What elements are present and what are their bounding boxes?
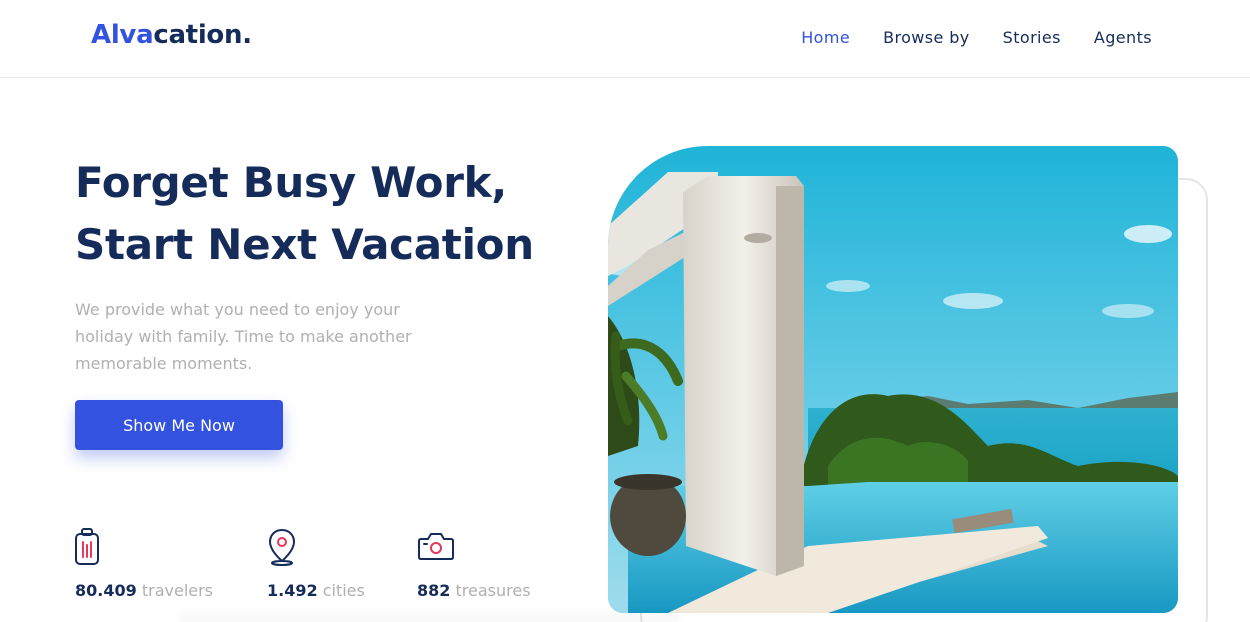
show-me-now-button[interactable]: Show Me Now — [75, 400, 283, 450]
stat-travelers-number: 80.409 — [75, 581, 137, 600]
nav-stories[interactable]: Stories — [1003, 28, 1061, 47]
stat-travelers-text: 80.409 travelers — [75, 581, 213, 600]
stat-treasures-number: 882 — [417, 581, 451, 600]
hero-title: Forget Busy Work, Start Next Vacation — [75, 152, 595, 276]
nav-home[interactable]: Home — [801, 28, 850, 47]
landing-page: Alvacation. Home Browse by Stories Agent… — [0, 0, 1250, 622]
main-nav: Home Browse by Stories Agents — [801, 28, 1152, 47]
bottom-shadow — [180, 610, 680, 622]
stat-treasures: 882 treasures — [417, 528, 531, 600]
logo-accent-text: Alva — [91, 20, 154, 50]
brand-logo[interactable]: Alvacation. — [91, 20, 252, 50]
hero-image — [608, 146, 1178, 613]
nav-agents[interactable]: Agents — [1094, 28, 1152, 47]
logo-rest-text: cation. — [153, 20, 252, 50]
stats-row: 80.409 travelers 1.492 cities 882 treasu… — [75, 528, 555, 608]
stat-cities-label: cities — [322, 581, 365, 600]
stat-cities-text: 1.492 cities — [267, 581, 365, 600]
stat-cities-number: 1.492 — [267, 581, 318, 600]
hero-description: We provide what you need to enjoy your h… — [75, 300, 412, 373]
stat-treasures-label: treasures — [455, 581, 531, 600]
resort-pool-illustration — [608, 146, 1178, 613]
site-header: Alvacation. Home Browse by Stories Agent… — [0, 0, 1250, 78]
hero-title-line-2: Start Next Vacation — [75, 220, 534, 269]
camera-icon — [418, 533, 454, 560]
stat-treasures-text: 882 treasures — [417, 581, 531, 600]
stat-travelers: 80.409 travelers — [75, 528, 213, 600]
suitcase-icon — [75, 528, 99, 565]
stat-cities: 1.492 cities — [267, 528, 365, 600]
stat-travelers-label: travelers — [141, 581, 214, 600]
nav-browse-by[interactable]: Browse by — [883, 28, 970, 47]
hero-title-line-1: Forget Busy Work, — [75, 158, 507, 207]
map-pin-icon — [269, 529, 295, 566]
